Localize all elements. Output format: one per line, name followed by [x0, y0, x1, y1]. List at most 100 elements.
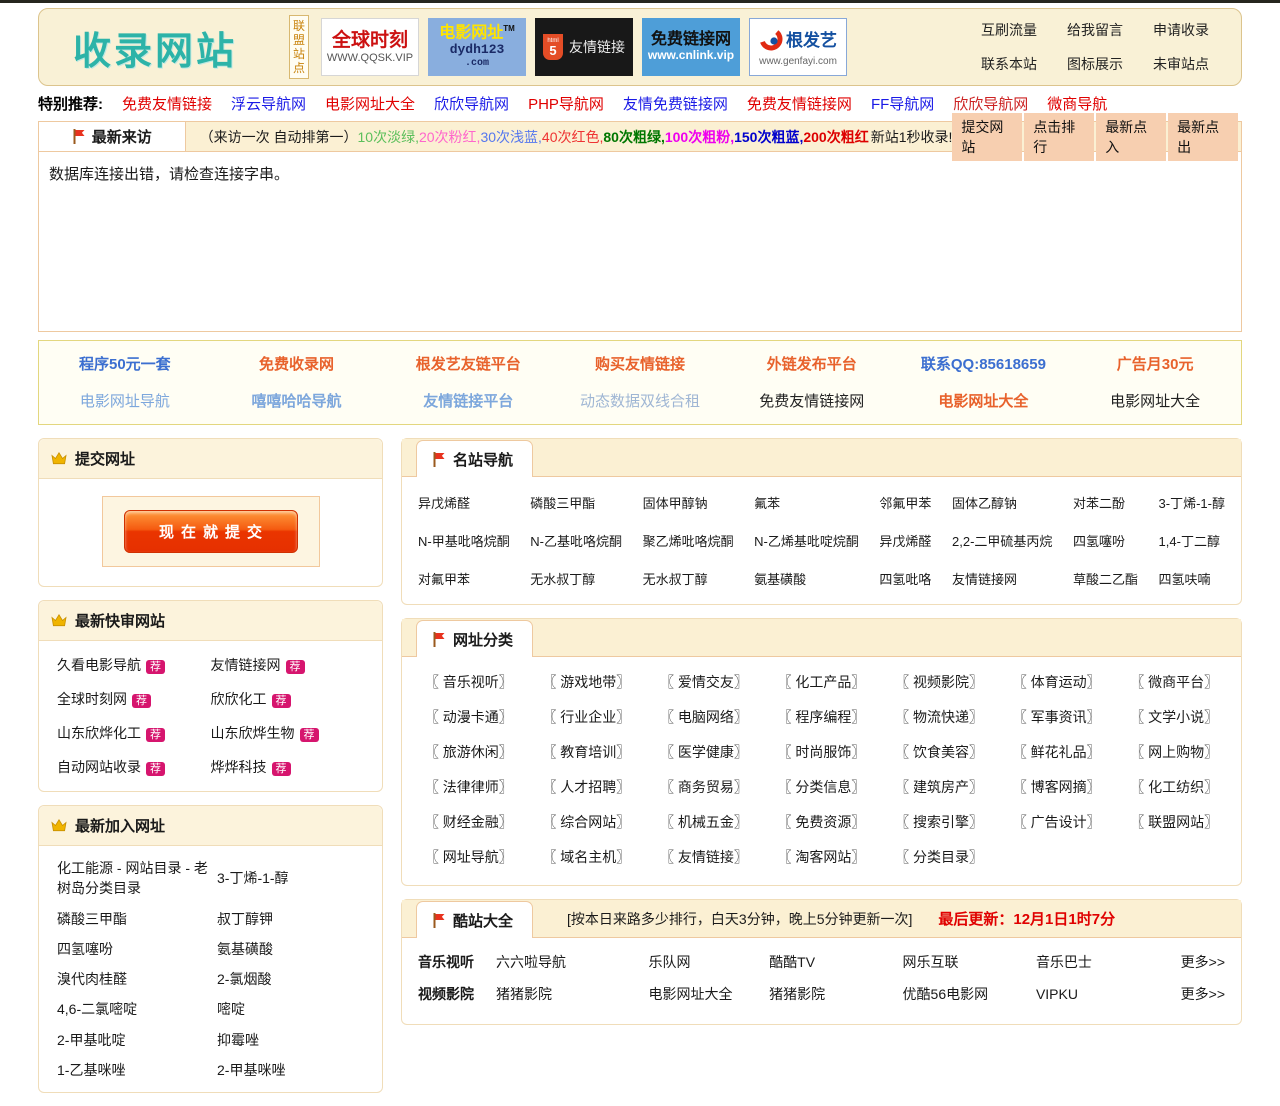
category-link[interactable]: 〖 淘客网站〗 — [763, 847, 881, 867]
cool-site-link[interactable]: 猪猪影院 — [496, 984, 648, 1004]
category-link[interactable]: 〖 视频影院〗 — [880, 672, 998, 692]
latest-site-link[interactable]: 氨基磺酸 — [217, 939, 364, 959]
famous-nav-link[interactable]: 无水叔丁醇 — [530, 569, 622, 588]
famous-nav-link[interactable]: N-乙基吡咯烷酮 — [530, 531, 622, 550]
famous-nav-link[interactable]: 无水叔丁醇 — [643, 569, 734, 588]
famous-nav-link[interactable]: 固体乙醇钠 — [952, 493, 1052, 512]
category-link[interactable]: 〖 广告设计〗 — [998, 812, 1116, 832]
submit-now-button[interactable]: 现在就提交 — [124, 510, 298, 553]
category-link[interactable]: 〖 文学小说〗 — [1115, 707, 1233, 727]
header-nav-link[interactable]: 申请收录 — [1153, 20, 1209, 40]
visitors-tab[interactable]: 最新点出 — [1168, 113, 1238, 161]
category-link[interactable]: 〖 机械五金〗 — [645, 812, 763, 832]
ad-link[interactable]: 联系QQ:85618659 — [898, 353, 1070, 374]
famous-nav-link[interactable]: 对苯二酚 — [1073, 493, 1138, 512]
ad-link[interactable]: 根发艺友链平台 — [382, 353, 554, 374]
fast-review-link[interactable]: 久看电影导航 — [57, 657, 141, 673]
ad-link[interactable]: 电影网址导航 — [39, 390, 211, 411]
header-nav-link[interactable]: 图标展示 — [1067, 54, 1123, 74]
category-link[interactable]: 〖 建筑房产〗 — [880, 777, 998, 797]
header-nav-link[interactable]: 未审站点 — [1153, 54, 1209, 74]
fast-review-link[interactable]: 友情链接网 — [211, 657, 281, 673]
category-link[interactable]: 〖 免费资源〗 — [763, 812, 881, 832]
fast-review-link[interactable]: 全球时刻网 — [57, 691, 127, 707]
ad-link[interactable]: 购买友情链接 — [554, 353, 726, 374]
famous-nav-link[interactable]: 四氢呋喃 — [1159, 569, 1225, 588]
latest-site-link[interactable]: 磷酸三甲酯 — [57, 909, 209, 929]
category-link[interactable]: 〖 程序编程〗 — [763, 707, 881, 727]
latest-site-link[interactable]: 2-甲基吡啶 — [57, 1030, 209, 1050]
category-link[interactable]: 〖 分类目录〗 — [880, 847, 998, 867]
fast-review-link[interactable]: 烨烨科技 — [211, 759, 267, 775]
header-nav-link[interactable]: 互刷流量 — [981, 20, 1037, 40]
famous-nav-link[interactable]: 四氢吡咯 — [879, 569, 931, 588]
category-link[interactable]: 〖 时尚服饰〗 — [763, 742, 881, 762]
ad-link[interactable]: 电影网址大全 — [898, 390, 1070, 411]
latest-site-link[interactable]: 2-氯烟酸 — [217, 969, 364, 989]
ad-link[interactable]: 外链发布平台 — [726, 353, 898, 374]
cool-site-link[interactable]: 优酷56电影网 — [903, 984, 1036, 1004]
famous-nav-link[interactable]: 异戊烯醛 — [879, 531, 931, 550]
cool-site-link[interactable]: 网乐互联 — [903, 952, 1036, 972]
famous-nav-link[interactable]: 四氢噻吩 — [1073, 531, 1138, 550]
famous-nav-link[interactable]: N-甲基吡咯烷酮 — [418, 531, 510, 550]
ad-link[interactable]: 免费友情链接网 — [726, 390, 898, 411]
category-link[interactable]: 〖 搜索引擎〗 — [880, 812, 998, 832]
category-link[interactable]: 〖 化工纺织〗 — [1115, 777, 1233, 797]
cool-site-link[interactable]: 音乐巴士 — [1036, 952, 1163, 972]
latest-site-link[interactable]: 四氢噻吩 — [57, 939, 209, 959]
category-link[interactable]: 〖 物流快递〗 — [880, 707, 998, 727]
category-link[interactable]: 〖 饮食美容〗 — [880, 742, 998, 762]
famous-nav-link[interactable]: 3-丁烯-1-醇 — [1159, 493, 1225, 512]
recommend-link[interactable]: 欣欣导航网 — [434, 93, 509, 114]
category-link[interactable]: 〖 体育运动〗 — [998, 672, 1116, 692]
famous-nav-link[interactable]: 氨基磺酸 — [754, 569, 859, 588]
latest-site-link[interactable]: 1-乙基咪唑 — [57, 1060, 209, 1080]
banner-cnlink[interactable]: 免费链接网 www.cnlink.vip — [642, 18, 740, 76]
category-link[interactable]: 〖 商务贸易〗 — [645, 777, 763, 797]
category-link[interactable]: 〖 联盟网站〗 — [1115, 812, 1233, 832]
famous-nav-link[interactable]: 2,2-二甲硫基丙烷 — [952, 531, 1052, 550]
recommend-link[interactable]: PHP导航网 — [528, 93, 604, 114]
latest-site-link[interactable]: 叔丁醇钾 — [217, 909, 364, 929]
category-link[interactable]: 〖 医学健康〗 — [645, 742, 763, 762]
famous-nav-link[interactable]: 友情链接网 — [952, 569, 1052, 588]
category-link[interactable]: 〖 网址导航〗 — [410, 847, 528, 867]
ad-link[interactable]: 动态数据双线合租 — [554, 390, 726, 411]
visitors-tab[interactable]: 点击排行 — [1024, 113, 1094, 161]
category-link[interactable]: 〖 微商平台〗 — [1115, 672, 1233, 692]
latest-site-link[interactable]: 嘧啶 — [217, 999, 364, 1019]
category-link[interactable]: 〖 旅游休闲〗 — [410, 742, 528, 762]
banner-html5-links[interactable]: html5 友情链接 — [535, 18, 633, 76]
union-sites-box[interactable]: 联盟站点 — [289, 15, 309, 79]
recommend-link[interactable]: 免费友情链接 — [122, 93, 212, 114]
category-link[interactable]: 〖 人才招聘〗 — [528, 777, 646, 797]
ad-link[interactable]: 免费收录网 — [211, 353, 383, 374]
latest-site-link[interactable]: 化工能源 - 网站目录 - 老树岛分类目录 — [57, 858, 209, 899]
category-link[interactable]: 〖 网上购物〗 — [1115, 742, 1233, 762]
recommend-link[interactable]: FF导航网 — [871, 93, 934, 114]
fast-review-link[interactable]: 欣欣化工 — [211, 691, 267, 707]
ad-link[interactable]: 友情链接平台 — [382, 390, 554, 411]
latest-site-link[interactable]: 4,6-二氯嘧啶 — [57, 999, 209, 1019]
famous-nav-link[interactable]: 对氟甲苯 — [418, 569, 510, 588]
cool-site-link[interactable]: 猪猪影院 — [769, 984, 902, 1004]
category-link[interactable]: 〖 教育培训〗 — [528, 742, 646, 762]
famous-nav-link[interactable]: N-乙烯基吡啶烷酮 — [754, 531, 859, 550]
category-link[interactable]: 〖 财经金融〗 — [410, 812, 528, 832]
category-link[interactable]: 〖 化工产品〗 — [763, 672, 881, 692]
category-link[interactable]: 〖 行业企业〗 — [528, 707, 646, 727]
fast-review-link[interactable]: 自动网站收录 — [57, 759, 141, 775]
famous-nav-link[interactable]: 磷酸三甲酯 — [530, 493, 622, 512]
recommend-link[interactable]: 免费友情链接网 — [747, 93, 852, 114]
category-link[interactable]: 〖 友情链接〗 — [645, 847, 763, 867]
category-link[interactable]: 〖 动漫卡通〗 — [410, 707, 528, 727]
category-link[interactable]: 〖 音乐视听〗 — [410, 672, 528, 692]
more-link[interactable]: 更多>> — [1163, 984, 1225, 1004]
category-link[interactable]: 〖 博客网摘〗 — [998, 777, 1116, 797]
ad-link[interactable]: 程序50元一套 — [39, 353, 211, 374]
cool-site-link[interactable]: 电影网址大全 — [648, 984, 769, 1004]
more-link[interactable]: 更多>> — [1163, 952, 1225, 972]
cool-site-link[interactable]: VIPKU — [1036, 986, 1163, 1002]
category-link[interactable]: 〖 综合网站〗 — [528, 812, 646, 832]
